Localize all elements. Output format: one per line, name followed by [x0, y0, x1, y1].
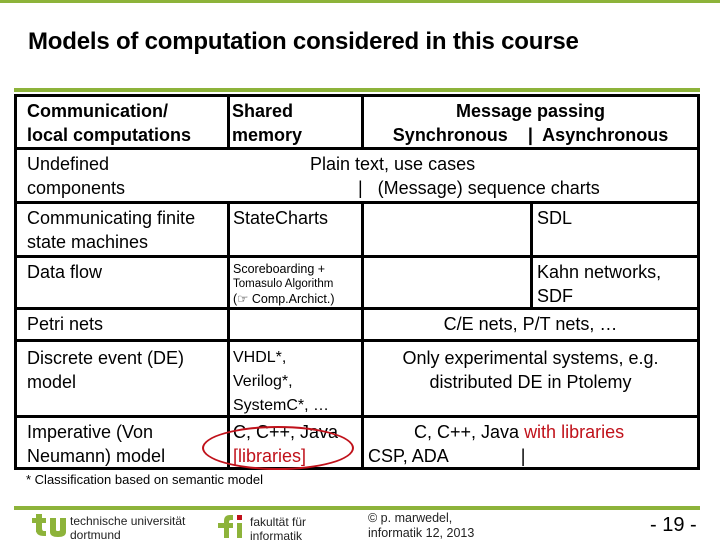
cell-cfsm-async: SDL	[537, 208, 573, 228]
row-label-cfsm: Communicating finite state machines	[17, 204, 227, 254]
row-label-de: Discrete event (DE) model	[17, 344, 227, 394]
header-communication: Communication/ local computations	[17, 97, 227, 147]
row-label-petri: Petri nets	[27, 314, 104, 334]
label-line: model	[27, 372, 77, 392]
shared-line: SystemC*, …	[233, 397, 330, 414]
footer-divider	[14, 506, 700, 510]
label-line: Communicating finite	[27, 208, 196, 228]
label-line: Undefined	[27, 154, 110, 174]
logo-line: technische universität	[70, 514, 186, 528]
msg-line-2: CSP, ADA |	[368, 444, 697, 468]
shared-line: Tomasulo Algorithm	[233, 278, 334, 290]
fi-logo-icon	[218, 515, 242, 538]
msg-plain: C, C++, Java	[414, 422, 525, 442]
msg-csp-ada: CSP, ADA	[368, 446, 449, 466]
slide-title: Models of computation considered in this…	[28, 28, 579, 55]
msg-separator: |	[520, 446, 526, 466]
cell-undefined-span: Plain text, use cases | (Message) sequen…	[230, 150, 697, 200]
copyright-line: informatik 12, 2013	[368, 526, 475, 540]
tu-logo-text: technische universität dortmund	[70, 514, 185, 542]
libraries-highlight-ellipse	[202, 426, 354, 470]
label-line: Discrete event (DE)	[27, 348, 185, 368]
async-line: Kahn networks,	[537, 262, 662, 282]
cell-dataflow-async: Kahn networks, SDF	[533, 258, 697, 308]
copyright-line: © p. marwedel,	[368, 511, 453, 525]
row-label-dataflow: Data flow	[27, 262, 103, 282]
title-divider	[14, 88, 700, 92]
shared-line: (☞ Comp.Archict.)	[233, 292, 335, 306]
label-line: Imperative (Von	[27, 422, 154, 442]
page-number: - 19 -	[650, 514, 697, 536]
top-accent-bar	[0, 0, 720, 3]
cell-de-msg: Only experimental systems, e.g. distribu…	[364, 344, 697, 394]
table-border-right	[697, 94, 700, 470]
row-divider	[14, 339, 700, 342]
cell-cfsm-shared: StateCharts	[233, 208, 329, 228]
tu-logo-icon	[32, 514, 66, 537]
header-line: Shared	[232, 101, 294, 121]
msg-line: Only experimental systems, e.g.	[402, 348, 659, 368]
label-line: Neumann) model	[27, 446, 166, 466]
copyright: © p. marwedel, informatik 12, 2013	[368, 511, 474, 541]
row-label-undefined: Undefined components	[17, 150, 227, 200]
shared-line: Scoreboarding +	[233, 262, 326, 276]
logo-line: fakultät für	[250, 515, 307, 529]
span-line: | (Message) sequence charts	[358, 178, 600, 198]
cell-de-shared: VHDL*, Verilog*, SystemC*, …	[230, 344, 361, 418]
header-line: memory	[232, 125, 303, 145]
shared-line: VHDL*,	[233, 349, 287, 366]
span-line: Plain text, use cases	[310, 154, 476, 174]
cell-dataflow-shared: Scoreboarding + Tomasulo Algorithm (☞ Co…	[230, 260, 361, 307]
msg-line: distributed DE in Ptolemy	[429, 372, 632, 392]
footnote: * Classification based on semantic model	[26, 472, 264, 487]
msg-red: with libraries	[524, 422, 625, 442]
shared-line: Verilog*,	[233, 373, 293, 390]
msg-line-1: C, C++, Java with libraries	[368, 420, 697, 444]
logo-line: informatik	[250, 529, 303, 543]
cell-imperative-msg: C, C++, Java with libraries CSP, ADA |	[364, 418, 697, 468]
header-shared-memory: Shared memory	[230, 97, 361, 147]
cell-petri-msg: C/E nets, P/T nets, …	[443, 314, 618, 334]
label-line: state machines	[27, 232, 149, 252]
row-label-imperative: Imperative (Von Neumann) model	[17, 418, 227, 468]
header-message-passing: Message passing Synchronous | Asynchrono…	[364, 97, 697, 147]
header-line: Message passing	[455, 101, 606, 121]
header-sync-async: Synchronous | Asynchronous	[392, 125, 669, 145]
header-line: Communication/	[27, 101, 169, 121]
async-line: SDF	[537, 286, 573, 306]
fi-logo-text: fakultät für informatik	[250, 515, 306, 543]
header-line: local computations	[27, 125, 192, 145]
models-table: Communication/ local computations Shared…	[14, 94, 700, 470]
label-line: components	[27, 178, 126, 198]
